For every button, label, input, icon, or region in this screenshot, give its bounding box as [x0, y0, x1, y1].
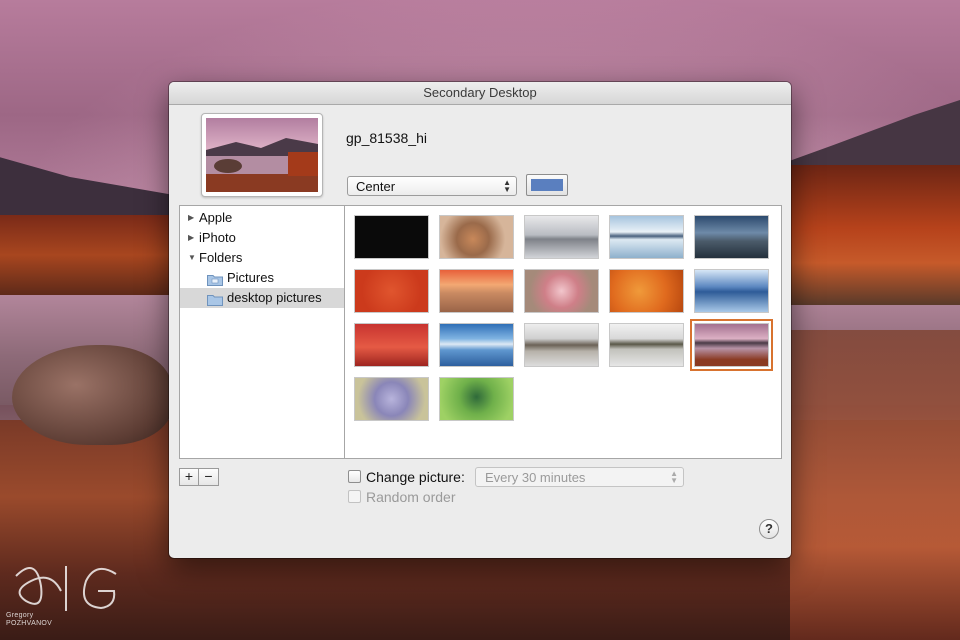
autumn-trees-left	[0, 215, 170, 295]
random-order-checkbox[interactable]	[348, 490, 361, 503]
source-item-label: iPhoto	[199, 230, 236, 245]
picture-thumbnail-wildflowers-bokeh[interactable]	[354, 377, 429, 421]
source-item-iphoto[interactable]: ▶ iPhoto	[180, 228, 344, 248]
current-picture-preview	[201, 113, 323, 197]
change-picture-label: Change picture:	[366, 469, 465, 485]
change-picture-checkbox[interactable]	[348, 470, 361, 483]
watermark-logo-icon	[15, 566, 117, 611]
disclosure-closed-icon[interactable]: ▶	[188, 208, 196, 228]
red-brush-right	[790, 330, 960, 640]
picture-file-name: gp_81538_hi	[346, 130, 427, 146]
remove-folder-button[interactable]: −	[199, 468, 219, 486]
picture-thumbnail-orange-leaf[interactable]	[609, 269, 684, 313]
picture-thumbnail-red-with-droplets[interactable]	[354, 269, 429, 313]
pictures-folder-icon	[207, 272, 223, 286]
desktop-preferences-window: Secondary Desktop gp_81538_hi Center ▲ ▼ …	[169, 82, 791, 558]
picture-thumbnail-pink-blossoms[interactable]	[524, 269, 599, 313]
add-folder-button[interactable]: +	[179, 468, 199, 486]
source-item-folders[interactable]: ▼ Folders	[180, 248, 344, 268]
photographer-watermark: Gregory POZHVANOV	[6, 556, 126, 627]
window-title: Secondary Desktop	[169, 82, 791, 105]
source-item-label: Folders	[199, 250, 243, 265]
source-item-pictures[interactable]: Pictures	[180, 268, 344, 288]
source-item-label: Pictures	[227, 270, 274, 285]
folder-icon	[207, 292, 223, 306]
change-interval-value: Every 30 minutes	[485, 470, 586, 485]
picture-thumbnail-city-skyline-reflection[interactable]	[439, 323, 514, 367]
folder-buttons: + −	[179, 468, 219, 486]
source-item-apple[interactable]: ▶ Apple	[180, 208, 344, 228]
picture-thumbnail-green-bug-flying[interactable]	[439, 377, 514, 421]
picture-grid	[345, 205, 782, 459]
source-item-desktop-pictures[interactable]: desktop pictures	[180, 288, 344, 308]
picture-thumbnail-rocky-coast-blue[interactable]	[694, 215, 769, 259]
picture-thumbnail-autumn-lake-gray[interactable]	[524, 323, 599, 367]
updown-arrows-icon: ▲ ▼	[503, 178, 511, 194]
change-interval-popup[interactable]: Every 30 minutes ▲ ▼	[475, 467, 684, 487]
updown-arrows-icon: ▲ ▼	[670, 469, 678, 485]
picture-thumbnail-desert-sunset-crater[interactable]	[439, 269, 514, 313]
source-item-label: desktop pictures	[227, 290, 322, 305]
picture-thumbnail-purple-lake-rock[interactable]	[690, 319, 773, 371]
picture-thumbnail-blue-lake-long-exposure[interactable]	[694, 269, 769, 313]
autumn-trees-right	[790, 165, 960, 305]
source-item-label: Apple	[199, 210, 233, 225]
background-color-well[interactable]	[526, 174, 568, 196]
picture-thumbnail-palm-silhouette-red[interactable]	[354, 323, 429, 367]
watermark-line-2: POZHVANOV	[6, 620, 53, 627]
lichen-rock	[12, 345, 172, 445]
picture-thumbnail-black[interactable]	[354, 215, 429, 259]
source-list: ▶ Apple ▶ iPhoto ▼ Folders Pictures desktop pic…	[179, 205, 345, 459]
picture-thumbnail-lake-with-trees[interactable]	[609, 323, 684, 367]
disclosure-open-icon[interactable]: ▼	[188, 248, 196, 268]
preview-image	[206, 118, 318, 192]
help-button[interactable]: ?	[759, 519, 779, 539]
fit-mode-value: Center	[356, 179, 396, 194]
random-order-label: Random order	[366, 489, 456, 505]
watermark-line-1: Gregory	[6, 612, 34, 619]
color-swatch	[531, 179, 563, 191]
picture-thumbnail-misty-lake-gray[interactable]	[524, 215, 599, 259]
picture-thumbnail-dry-flower-macro[interactable]	[439, 215, 514, 259]
disclosure-closed-icon[interactable]: ▶	[188, 228, 196, 248]
picture-thumbnail-mountain-lake-reflection[interactable]	[609, 215, 684, 259]
fit-mode-popup[interactable]: Center ▲ ▼	[347, 176, 517, 196]
